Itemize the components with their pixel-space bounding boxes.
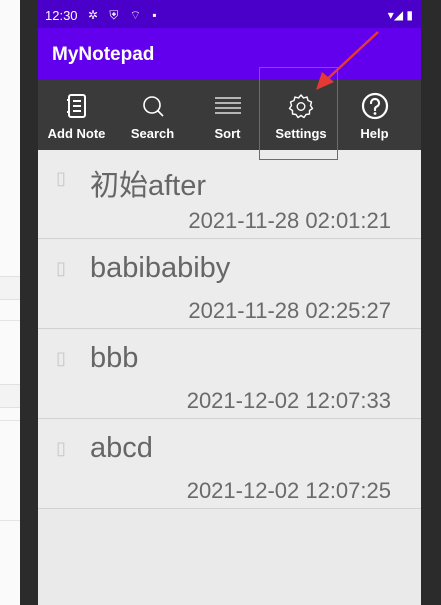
note-title: bbb (90, 342, 139, 374)
status-system-icons: ▾◢ ▮ (387, 8, 413, 22)
status-notification-icons: ✲ ⛨ ⌔ ▪ (88, 8, 161, 22)
notebook-icon (66, 94, 86, 118)
search-button[interactable]: Search (115, 80, 190, 150)
note-icon: ▯ (56, 258, 66, 278)
note-datetime: 2021-12-02 12:07:33 (186, 388, 391, 413)
note-list-item[interactable]: ▯ bbb 2021-12-02 12:07:33 (38, 330, 421, 419)
status-time: 12:30 (45, 8, 78, 23)
sort-button[interactable]: Sort (190, 80, 265, 150)
sort-label: Sort (214, 126, 241, 141)
add-note-label: Add Note (47, 126, 106, 141)
sort-lines-icon (214, 97, 241, 114)
search-icon (142, 96, 164, 117)
note-title: abcd (90, 432, 153, 464)
note-datetime: 2021-11-28 02:01:21 (188, 208, 391, 233)
note-datetime: 2021-12-02 12:07:25 (186, 478, 391, 503)
add-note-button[interactable]: Add Note (38, 80, 115, 150)
note-title: babibabiby (90, 252, 231, 284)
phone-side-edge (421, 0, 441, 605)
note-list-item[interactable]: ▯ abcd 2021-12-02 12:07:25 (38, 420, 421, 509)
note-list-item[interactable]: ▯ babibabiby 2021-11-28 02:25:27 (38, 240, 421, 329)
note-title: 初始after (90, 170, 207, 202)
note-icon: ▯ (56, 438, 66, 458)
note-list-item[interactable]: ▯ 初始after 2021-11-28 02:01:21 (38, 150, 421, 239)
app-title: MyNotepad (52, 44, 155, 65)
note-icon: ▯ (56, 348, 66, 368)
help-label: Help (360, 126, 389, 141)
note-datetime: 2021-11-28 02:25:27 (188, 298, 391, 323)
annotation-arrow-icon (316, 31, 379, 90)
search-label: Search (130, 126, 175, 141)
status-bar: 12:30 ✲ ⛨ ⌔ ▪ ▾◢ ▮ (38, 0, 421, 28)
note-icon: ▯ (56, 168, 66, 188)
